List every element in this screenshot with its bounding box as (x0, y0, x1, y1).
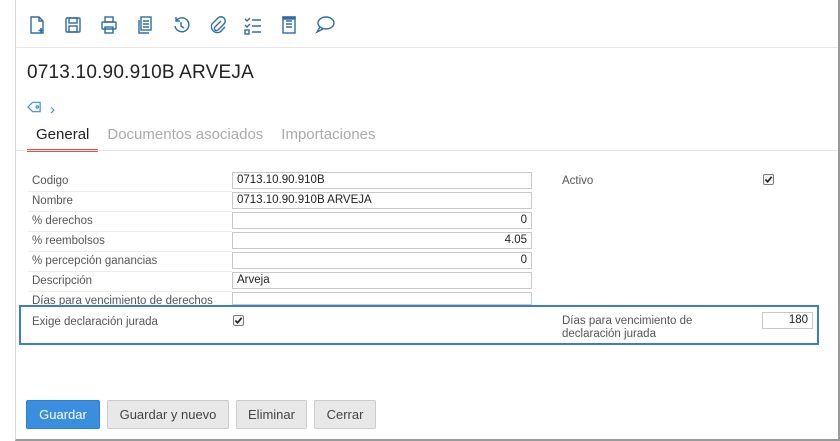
tag-icon[interactable] (27, 100, 42, 119)
dias-venc-declaracion-label-line1: Días para vencimiento de (562, 315, 693, 327)
codigo-input[interactable]: 0713.10.90.910B (232, 172, 532, 189)
tab-divider (16, 150, 838, 151)
reembolsos-label: % reembolsos (32, 235, 105, 247)
dias-venc-derechos-input[interactable] (232, 292, 532, 305)
codigo-label: Codigo (32, 175, 69, 187)
row-divider (28, 271, 232, 272)
row-divider (28, 191, 232, 192)
percepcion-input[interactable]: 0 (232, 252, 532, 269)
dias-venc-declaracion-input[interactable]: 180 (762, 312, 813, 329)
tab-documentos-asociados[interactable]: Documentos asociados (98, 124, 272, 152)
history-icon[interactable] (171, 12, 207, 38)
row-divider (28, 211, 232, 212)
row-divider (28, 251, 232, 252)
tab-importaciones[interactable]: Importaciones (272, 124, 384, 152)
percepcion-label: % percepción ganancias (32, 255, 158, 267)
nombre-input[interactable]: 0713.10.90.910B ARVEJA (232, 192, 532, 209)
notes-icon[interactable] (279, 12, 315, 38)
activo-label: Activo (562, 175, 594, 187)
page-title: 0713.10.90.910B ARVEJA (27, 62, 254, 83)
cerrar-button[interactable]: Cerrar (314, 400, 376, 429)
breadcrumb-arrow[interactable]: › (50, 102, 55, 117)
checklist-icon[interactable] (243, 12, 279, 38)
print-icon[interactable] (99, 12, 135, 38)
nombre-label: Nombre (32, 195, 73, 207)
exige-declaracion-checkbox[interactable] (233, 315, 244, 326)
guardar-button[interactable]: Guardar (26, 400, 100, 429)
toolbar-divider (16, 47, 838, 48)
dias-venc-declaracion-label-line2: declaración jurada (562, 328, 656, 340)
activo-checkbox[interactable] (763, 174, 774, 185)
row-divider (28, 291, 232, 292)
guardar-y-nuevo-button[interactable]: Guardar y nuevo (107, 400, 229, 429)
save-icon[interactable] (63, 12, 99, 38)
reembolsos-input[interactable]: 4.05 (232, 232, 532, 249)
tab-general[interactable]: General (27, 124, 99, 152)
toolbar (27, 12, 351, 38)
copy-icon[interactable] (135, 12, 171, 38)
row-divider (28, 231, 232, 232)
check-icon (764, 176, 773, 183)
derechos-input[interactable]: 0 (232, 212, 532, 229)
eliminar-button[interactable]: Eliminar (236, 400, 307, 429)
descripcion-input[interactable]: Arveja (232, 272, 532, 289)
tab-bar: General Documentos asociados Importacion… (27, 124, 385, 152)
comment-icon[interactable] (315, 12, 351, 38)
check-icon (234, 317, 243, 324)
new-document-icon[interactable] (27, 12, 63, 38)
descripcion-label: Descripción (32, 275, 93, 287)
derechos-label: % derechos (32, 215, 93, 227)
tag-breadcrumb: › (27, 100, 55, 119)
attachment-icon[interactable] (207, 12, 243, 38)
exige-declaracion-label: Exige declaración jurada (32, 316, 158, 328)
